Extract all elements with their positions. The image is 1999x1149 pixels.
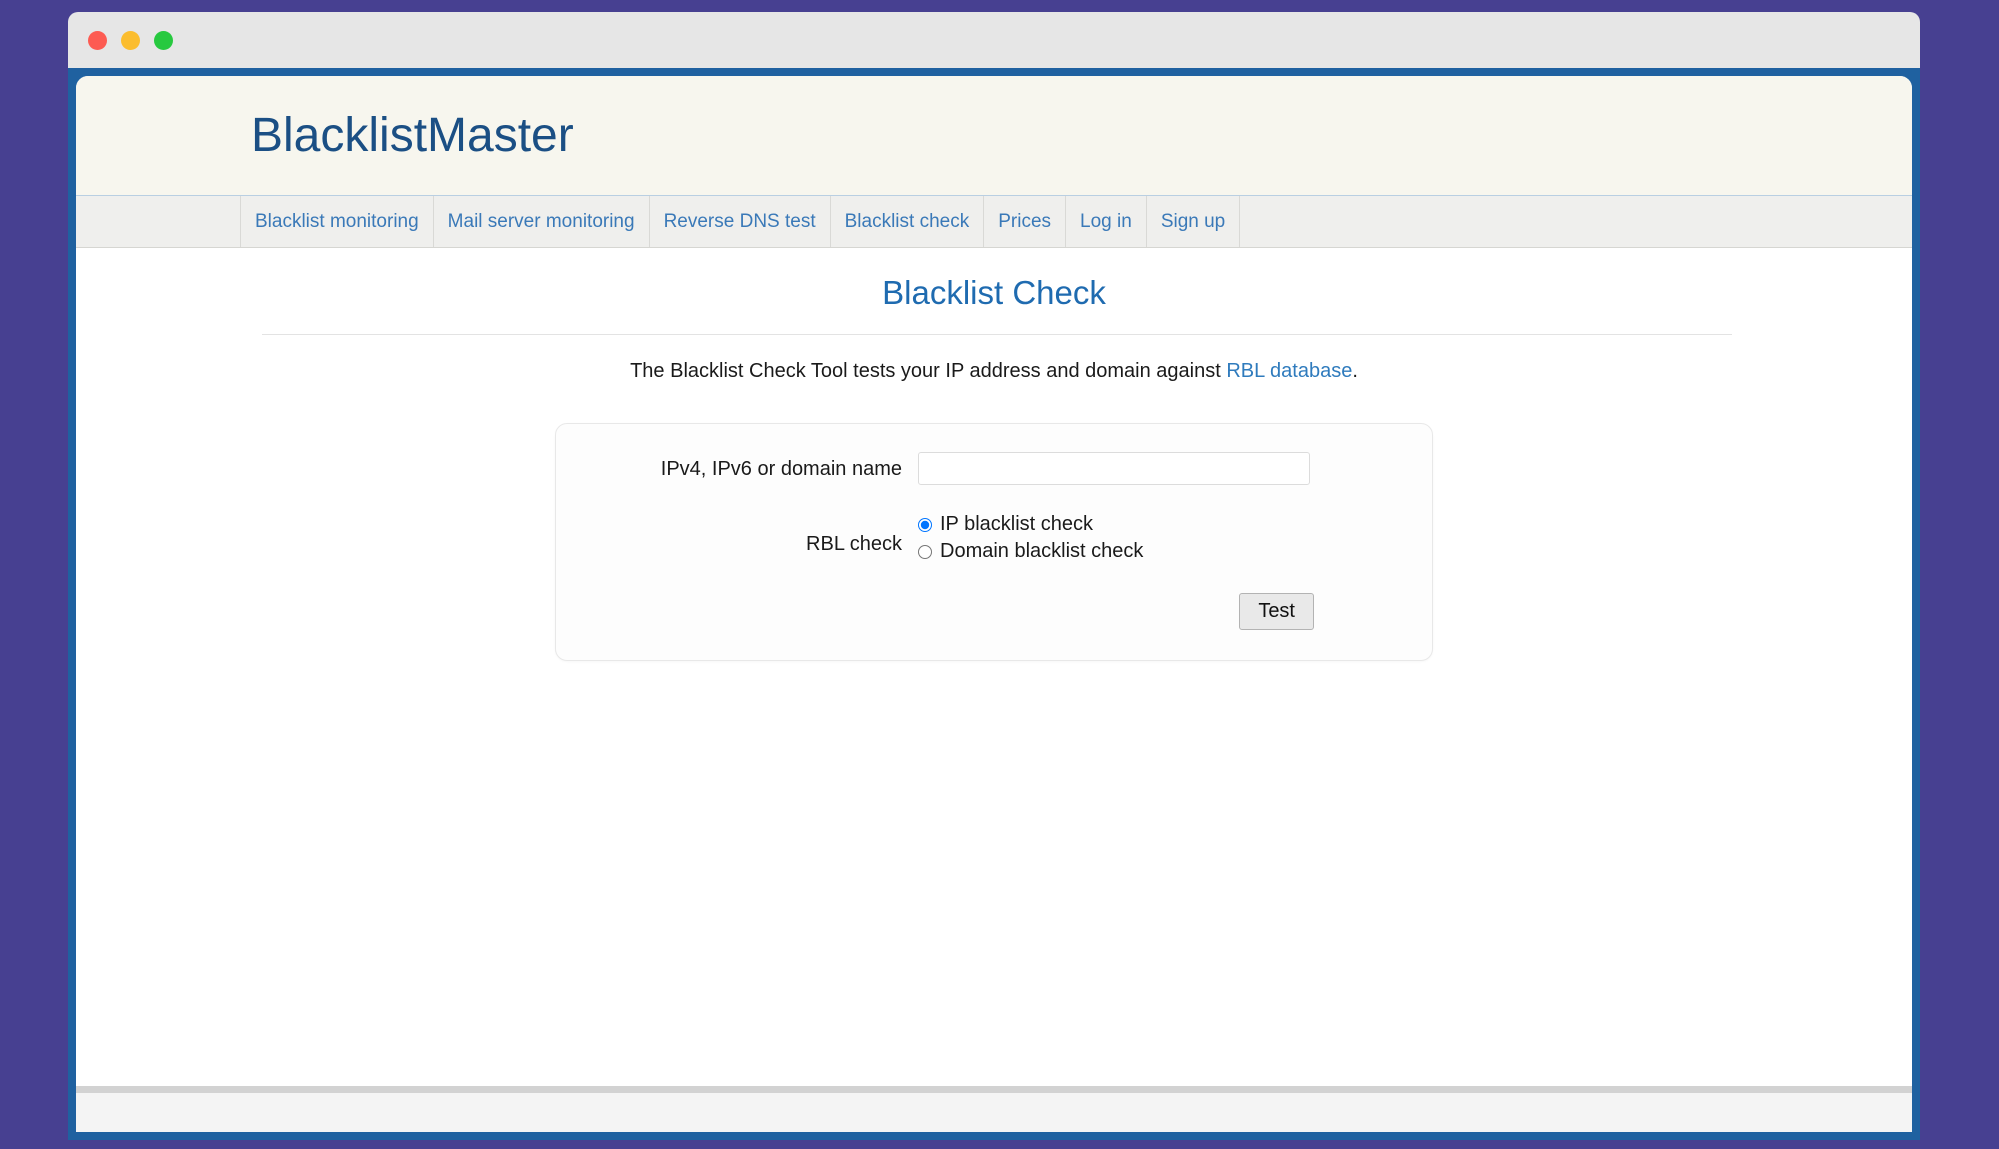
nav-item-mail-server-monitoring[interactable]: Mail server monitoring (434, 196, 650, 247)
radio-ip-blacklist-check[interactable] (918, 517, 932, 532)
host-field-label: IPv4, IPv6 or domain name (660, 458, 902, 480)
test-button[interactable]: Test (1239, 593, 1314, 630)
nav-left-spacer (76, 196, 241, 247)
intro-suffix: . (1352, 360, 1358, 382)
browser-viewport-frame: BlacklistMaster Blacklist monitoring Mai… (68, 68, 1920, 1140)
radio-option-domain-blacklist-check[interactable]: Domain blacklist check (918, 540, 1143, 563)
main-navigation: Blacklist monitoring Mail server monitor… (76, 196, 1912, 248)
page-footer (76, 1086, 1912, 1132)
nav-item-log-in[interactable]: Log in (1066, 196, 1147, 247)
nav-right-spacer (1240, 196, 1912, 247)
radio-label-ip-blacklist-check: IP blacklist check (940, 513, 1094, 535)
submit-row: Test (556, 593, 1432, 630)
intro-prefix: The Blacklist Check Tool tests your IP a… (630, 360, 1227, 382)
site-logo[interactable]: BlacklistMaster (251, 108, 574, 163)
page-content: Blacklist Check The Blacklist Check Tool… (76, 248, 1912, 1132)
radio-option-ip-blacklist-check[interactable]: IP blacklist check (918, 513, 1143, 536)
browser-window: BlacklistMaster Blacklist monitoring Mai… (68, 12, 1920, 1140)
site-header: BlacklistMaster (76, 76, 1912, 196)
minimize-button[interactable] (121, 30, 140, 50)
browser-titlebar (68, 12, 1920, 68)
rbl-check-options: IP blacklist check Domain blacklist chec… (918, 511, 1143, 567)
rbl-database-link[interactable]: RBL database (1226, 360, 1352, 382)
rbl-check-row: RBL check IP blacklist check Domain blac… (556, 511, 1432, 567)
maximize-button[interactable] (154, 30, 173, 50)
title-divider (262, 334, 1732, 335)
nav-item-reverse-dns-test[interactable]: Reverse DNS test (650, 196, 831, 247)
intro-text: The Blacklist Check Tool tests your IP a… (76, 360, 1912, 383)
nav-item-blacklist-check[interactable]: Blacklist check (831, 196, 985, 247)
nav-item-prices[interactable]: Prices (984, 196, 1067, 247)
radio-domain-blacklist-check[interactable] (918, 544, 932, 559)
radio-label-domain-blacklist-check: Domain blacklist check (940, 540, 1144, 562)
nav-item-blacklist-monitoring[interactable]: Blacklist monitoring (241, 196, 434, 247)
rbl-check-label: RBL check (806, 533, 902, 555)
close-button[interactable] (88, 30, 107, 50)
web-page: BlacklistMaster Blacklist monitoring Mai… (76, 76, 1912, 1132)
host-field-row: IPv4, IPv6 or domain name (556, 452, 1432, 485)
host-input[interactable] (918, 452, 1310, 485)
nav-item-sign-up[interactable]: Sign up (1147, 196, 1241, 247)
blacklist-check-form: IPv4, IPv6 or domain name RBL check IP b… (555, 423, 1433, 661)
page-title: Blacklist Check (882, 274, 1106, 311)
